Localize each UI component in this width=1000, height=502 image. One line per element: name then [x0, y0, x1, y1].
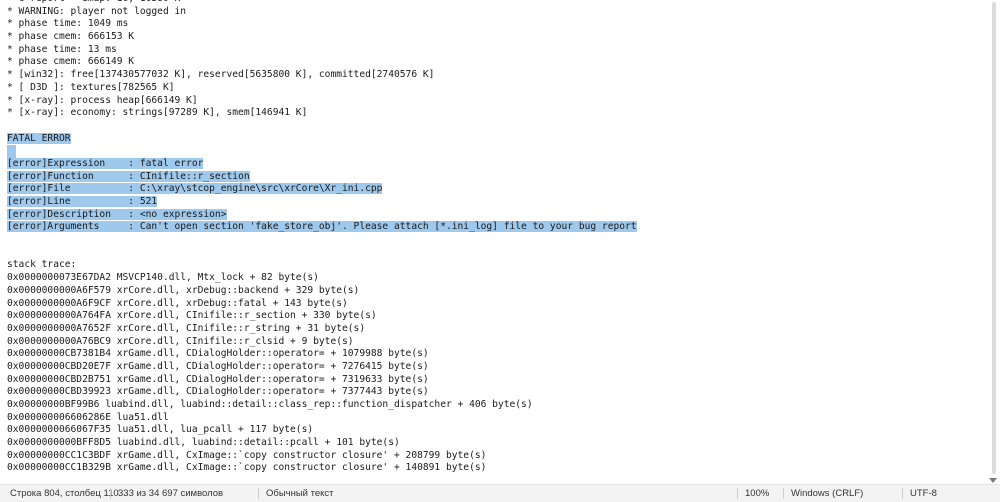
selected-text: [error]Expression : fatal error	[7, 157, 204, 169]
line-text: * phase cmem: 666149 K	[7, 56, 135, 68]
scrollbar-thumb[interactable]	[992, 2, 996, 474]
status-divider	[737, 488, 738, 499]
text-line: 0x000000006606286E lua51.dll	[7, 412, 637, 425]
text-format[interactable]: Обычный текст	[266, 488, 334, 499]
text-line: FATAL ERROR	[7, 132, 637, 146]
text-line	[7, 247, 637, 260]
selected-text: [error]Description : <no expression>	[7, 208, 227, 220]
text-editor-area[interactable]: * c-report - imap: 16, 16380 K* WARNING:…	[0, 0, 986, 484]
text-line: 0x0000000000BFF8D5 luabind.dll, luabind:…	[7, 437, 637, 450]
text-content: * c-report - imap: 16, 16380 K* WARNING:…	[7, 0, 637, 475]
status-divider	[902, 488, 903, 499]
line-text: * phase time: 1049 ms	[7, 18, 129, 30]
text-line: * [ D3D ]: textures[782565 K]	[7, 82, 637, 95]
text-line: [error]Description : <no expression>	[7, 208, 637, 222]
selection-highlight	[7, 145, 16, 158]
line-text: 0x0000000000A6F579 xrCore.dll, xrDebug::…	[7, 284, 360, 296]
text-line: [error]Arguments : Can't open section 'f…	[7, 221, 637, 234]
line-text: 0x0000000000A764FA xrCore.dll, CInifile:…	[7, 310, 377, 322]
line-text: * [x-ray]: process heap[666149 K]	[7, 94, 198, 106]
text-line: * phase cmem: 666153 K	[7, 31, 637, 44]
text-line: [error]Expression : fatal error	[7, 157, 637, 171]
text-line: [error]Function : CInifile::r_section	[7, 170, 637, 184]
line-text: 0x0000000000BFF8D5 luabind.dll, luabind:…	[7, 437, 400, 449]
text-line	[7, 145, 637, 158]
selected-text: FATAL ERROR	[7, 132, 71, 144]
status-divider	[258, 488, 259, 499]
text-line: 0x00000000CBD20E7F xrGame.dll, CDialogHo…	[7, 361, 637, 374]
text-line: stack trace:	[7, 259, 637, 272]
line-text: 0x00000000CBD20E7F xrGame.dll, CDialogHo…	[7, 360, 429, 372]
text-line: 0x0000000000A6F579 xrCore.dll, xrDebug::…	[7, 285, 637, 298]
text-line: 0x00000000CC1C3BDF xrGame.dll, CxImage::…	[7, 450, 637, 463]
line-text: * [x-ray]: economy: strings[97289 K], sm…	[7, 107, 308, 119]
line-text: 0x00000000CBD2B751 xrGame.dll, CDialogHo…	[7, 373, 429, 385]
text-line: [error]Line : 521	[7, 196, 637, 209]
line-text: 0x00000000CC1C3BDF xrGame.dll, CxImage::…	[7, 449, 487, 461]
text-line: 0x00000000BF99B6 luabind.dll, luabind::d…	[7, 399, 637, 412]
line-text: 0x000000006606286E lua51.dll	[7, 411, 169, 423]
line-text: 0x00000000CBD39923 xrGame.dll, CDialogHo…	[7, 386, 429, 398]
zoom-level[interactable]: 100%	[745, 488, 769, 499]
text-line: * phase time: 13 ms	[7, 44, 637, 57]
status-divider	[783, 488, 784, 499]
selected-text: [error]Arguments : Can't open section 'f…	[7, 221, 637, 233]
text-line: 0x0000000073E67DA2 MSVCP140.dll, Mtx_loc…	[7, 272, 637, 285]
text-line	[7, 120, 637, 133]
text-line: * phase time: 1049 ms	[7, 18, 637, 31]
line-text: 0x00000000CC1B329B xrGame.dll, CxImage::…	[7, 462, 487, 474]
text-line: 0x0000000000A764FA xrCore.dll, CInifile:…	[7, 310, 637, 323]
line-ending[interactable]: Windows (CRLF)	[791, 488, 863, 499]
status-divider	[110, 488, 111, 499]
line-text: * phase time: 13 ms	[7, 43, 117, 55]
text-line: 0x0000000000A6F9CF xrCore.dll, xrDebug::…	[7, 298, 637, 311]
selected-text: [error]Function : CInifile::r_section	[7, 170, 250, 182]
line-text: * [win32]: free[137430577032 K], reserve…	[7, 69, 435, 81]
text-line	[7, 234, 637, 247]
text-line: 0x00000000CBD2B751 xrGame.dll, CDialogHo…	[7, 374, 637, 387]
line-text: 0x0000000066067F35 lua51.dll, lua_pcall …	[7, 424, 314, 436]
scroll-down-arrow-icon[interactable]	[989, 478, 997, 483]
character-count: 333 из 34 697 символов	[118, 488, 224, 499]
cursor-position[interactable]: Строка 804, столбец 110	[10, 488, 119, 499]
status-bar: Строка 804, столбец 110 333 из 34 697 си…	[0, 484, 1000, 502]
text-line: * [win32]: free[137430577032 K], reserve…	[7, 69, 637, 82]
text-line: [error]File : C:\xray\stcop_engine\src\x…	[7, 183, 637, 196]
encoding[interactable]: UTF-8	[910, 488, 937, 499]
line-text: 0x00000000CB7381B4 xrGame.dll, CDialogHo…	[7, 348, 429, 360]
line-text: * c-report - imap: 16, 16380 K	[7, 0, 180, 4]
line-text: * phase cmem: 666153 K	[7, 31, 135, 43]
text-line: * [x-ray]: process heap[666149 K]	[7, 95, 637, 108]
selected-text: [error]Line : 521	[7, 196, 158, 207]
line-text: 0x0000000000A6F9CF xrCore.dll, xrDebug::…	[7, 297, 348, 309]
text-line: 0x00000000CC1B329B xrGame.dll, CxImage::…	[7, 462, 637, 475]
text-line: 0x0000000066067F35 lua51.dll, lua_pcall …	[7, 424, 637, 437]
line-text: * WARNING: player not logged in	[7, 5, 187, 17]
line-text: 0x0000000000A7652F xrCore.dll, CInifile:…	[7, 322, 366, 334]
text-line: * [x-ray]: economy: strings[97289 K], sm…	[7, 107, 637, 120]
text-line: 0x00000000CB7381B4 xrGame.dll, CDialogHo…	[7, 348, 637, 361]
selected-text: [error]File : C:\xray\stcop_engine\src\x…	[7, 183, 383, 195]
text-line: 0x0000000000A7652F xrCore.dll, CInifile:…	[7, 323, 637, 336]
line-text: stack trace:	[7, 259, 77, 271]
line-text: 0x0000000073E67DA2 MSVCP140.dll, Mtx_loc…	[7, 272, 319, 284]
line-text: * [ D3D ]: textures[782565 K]	[7, 81, 175, 93]
text-line: 0x00000000CBD39923 xrGame.dll, CDialogHo…	[7, 386, 637, 399]
text-line: * WARNING: player not logged in	[7, 6, 637, 19]
text-line: 0x0000000000A76BC9 xrCore.dll, CInifile:…	[7, 336, 637, 349]
text-line: * phase cmem: 666149 K	[7, 56, 637, 69]
vertical-scrollbar[interactable]	[986, 0, 1000, 484]
line-text: 0x00000000BF99B6 luabind.dll, luabind::d…	[7, 399, 533, 410]
line-text: 0x0000000000A76BC9 xrCore.dll, CInifile:…	[7, 335, 354, 347]
